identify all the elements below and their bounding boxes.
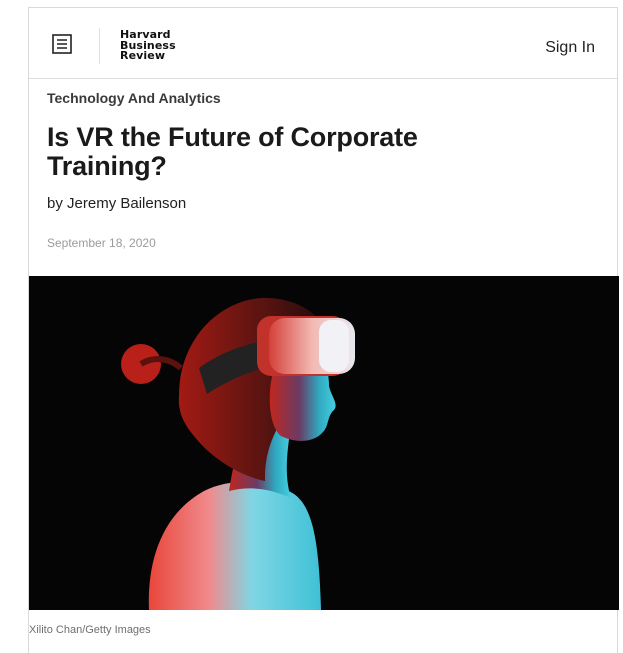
article-page: Harvard Business Review Sign In Technolo… [28,7,619,653]
image-credit: Xilito Chan/Getty Images [29,624,151,636]
article-title: Is VR the Future of Corporate Training? [47,122,418,181]
author-link[interactable]: Jeremy Bailenson [67,195,186,212]
logo-line: Review [120,49,166,62]
byline: by Jeremy Bailenson [47,195,186,212]
site-header: Harvard Business Review Sign In [29,8,617,79]
menu-icon[interactable] [49,33,75,55]
vr-headset-woman-illustration [29,276,619,610]
hbr-logo[interactable]: Harvard Business Review [120,29,176,62]
topic-link[interactable]: Technology And Analytics [47,90,221,106]
byline-prefix: by [47,195,68,212]
publish-date: September 18, 2020 [47,236,156,250]
sign-in-link[interactable]: Sign In [545,39,595,57]
hero-image [29,276,619,610]
header-divider [99,28,100,64]
